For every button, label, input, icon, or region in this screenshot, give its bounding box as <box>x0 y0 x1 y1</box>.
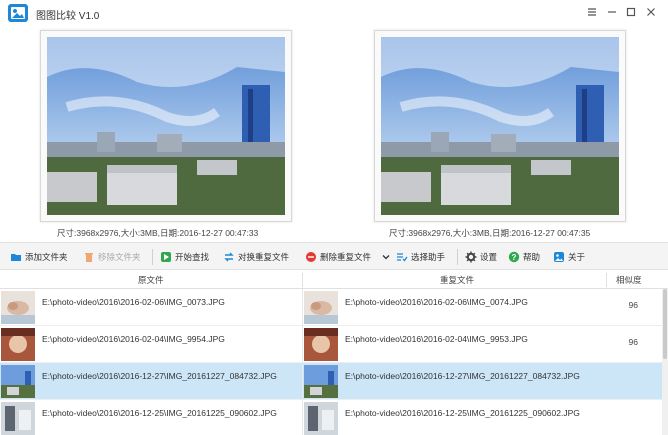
start-search-button[interactable]: 开始查找 <box>160 249 209 265</box>
add-folder-label: 添加文件夹 <box>25 252 68 262</box>
column-divider <box>606 273 607 287</box>
duplicate-image-info: 尺寸:3968x2976,大小:3MB,日期:2016-12-27 00:47:… <box>389 228 591 238</box>
source-preview-image[interactable] <box>40 30 292 222</box>
delete-options-dropdown[interactable] <box>380 249 392 265</box>
help-label: 帮助 <box>523 252 541 262</box>
table-row[interactable]: E:\photo-video\2016\2016-12-25\IMG_20161… <box>0 400 662 435</box>
column-similarity[interactable]: 相似度 <box>616 274 642 286</box>
folder-icon <box>11 254 21 261</box>
toolbar: 添加文件夹 移除文件夹 开始查找 对换重复文件 删除重复文件 选择助手 设置 ?… <box>0 242 668 270</box>
table-row[interactable]: E:\photo-video\2016\2016-02-04\IMG_9954.… <box>0 326 662 363</box>
start-search-icon <box>161 252 171 262</box>
baby-photo-thumbnail <box>1 291 35 324</box>
source-file-path: E:\photo-video\2016\2016-12-27\IMG_20161… <box>42 371 277 381</box>
similarity-value: 96 <box>628 337 638 347</box>
table-row-selected[interactable]: E:\photo-video\2016\2016-12-27\IMG_20161… <box>0 363 662 400</box>
duplicate-preview-image[interactable] <box>374 30 626 222</box>
swap-duplicates-button[interactable]: 对换重复文件 <box>223 249 289 265</box>
vertical-scrollbar[interactable] <box>662 289 668 435</box>
source-file-path: E:\photo-video\2016\2016-12-25\IMG_20161… <box>42 408 277 418</box>
city-photo-thumbnail <box>1 365 35 398</box>
column-divider <box>302 289 303 435</box>
delete-icon <box>306 252 316 262</box>
gear-icon <box>465 251 477 263</box>
duplicate-file-path: E:\photo-video\2016\2016-12-27\IMG_20161… <box>345 371 580 381</box>
maximize-icon[interactable] <box>625 6 637 18</box>
about-label: 关于 <box>568 252 586 262</box>
about-button[interactable]: 关于 <box>553 249 585 265</box>
cityscape-photo <box>381 37 619 215</box>
help-button[interactable]: ? 帮助 <box>508 249 540 265</box>
chevron-down-icon <box>382 255 390 260</box>
duplicate-file-path: E:\photo-video\2016\2016-12-25\IMG_20161… <box>345 408 580 418</box>
room-photo-thumbnail <box>1 402 35 435</box>
about-icon <box>554 252 564 262</box>
child-photo-thumbnail <box>1 328 35 361</box>
child-photo-thumbnail <box>304 328 338 361</box>
column-source[interactable]: 原文件 <box>138 274 164 286</box>
minimize-icon[interactable] <box>606 6 618 18</box>
duplicate-file-path: E:\photo-video\2016\2016-02-06\IMG_0074.… <box>345 297 528 307</box>
swap-duplicates-label: 对换重复文件 <box>238 252 290 262</box>
scrollbar-thumb[interactable] <box>663 289 667 359</box>
app-title: 图图比较 V1.0 <box>36 11 100 22</box>
settings-label: 设置 <box>480 252 498 262</box>
menu-icon[interactable] <box>586 6 598 18</box>
delete-duplicates-button[interactable]: 删除重复文件 <box>305 249 371 265</box>
column-duplicate[interactable]: 重复文件 <box>440 274 474 286</box>
preview-area: 尺寸:3968x2976,大小:3MB,日期:2016-12-27 00:47:… <box>0 26 668 242</box>
help-icon: ? <box>508 251 520 263</box>
trash-icon <box>85 253 93 262</box>
source-image-info: 尺寸:3968x2976,大小:3MB,日期:2016-12-27 00:47:… <box>57 228 259 238</box>
column-divider <box>302 273 303 287</box>
remove-folder-button[interactable]: 移除文件夹 <box>83 249 141 265</box>
cityscape-photo <box>47 37 285 215</box>
remove-folder-label: 移除文件夹 <box>98 252 141 262</box>
source-file-path: E:\photo-video\2016\2016-02-04\IMG_9954.… <box>42 334 225 344</box>
table-row[interactable]: E:\photo-video\2016\2016-02-06\IMG_0073.… <box>0 289 662 326</box>
close-icon[interactable] <box>645 6 657 18</box>
select-helper-label: 选择助手 <box>411 252 446 262</box>
svg-text:?: ? <box>512 253 517 262</box>
source-file-path: E:\photo-video\2016\2016-02-06\IMG_0073.… <box>42 297 225 307</box>
toolbar-divider <box>152 249 153 265</box>
baby-photo-thumbnail <box>304 291 338 324</box>
results-table-header: 原文件 重复文件 相似度 <box>0 271 668 289</box>
app-logo-icon <box>8 4 28 22</box>
add-folder-button[interactable]: 添加文件夹 <box>10 249 68 265</box>
settings-button[interactable]: 设置 <box>465 249 497 265</box>
toolbar-divider <box>457 249 458 265</box>
delete-duplicates-label: 删除重复文件 <box>320 252 372 262</box>
swap-icon <box>224 252 234 262</box>
similarity-value: 96 <box>628 300 638 310</box>
start-search-label: 开始查找 <box>175 252 210 262</box>
city-photo-thumbnail <box>304 365 338 398</box>
duplicate-file-path: E:\photo-video\2016\2016-02-04\IMG_9953.… <box>345 334 528 344</box>
select-helper-button[interactable]: 选择助手 <box>396 249 445 265</box>
room-photo-thumbnail <box>304 402 338 435</box>
list-select-icon <box>397 253 408 262</box>
title-bar: 图图比较 V1.0 <box>0 0 668 26</box>
